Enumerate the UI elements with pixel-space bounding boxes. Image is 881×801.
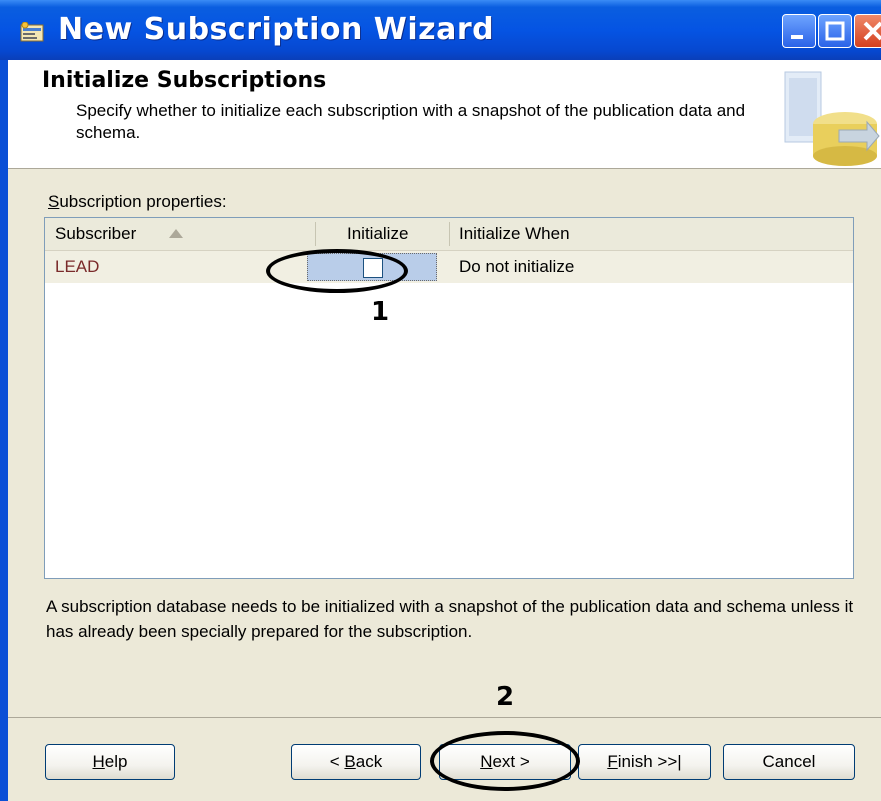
sort-ascending-icon [169, 229, 183, 238]
help-mnemonic: H [92, 752, 105, 771]
help-label-rest: elp [104, 752, 128, 771]
wizard-window: New Subscription Wizard Initialize Subsc… [0, 0, 881, 801]
wizard-app-icon [20, 22, 44, 42]
back-label-rest: ack [355, 752, 383, 771]
column-initialize-when[interactable]: Initialize When [459, 218, 570, 250]
page-title: Initialize Subscriptions [42, 68, 327, 93]
label-rest: ubscription properties: [59, 192, 227, 211]
page-description: Specify whether to initialize each subsc… [76, 101, 746, 142]
subscription-properties-label: Subscription properties: [48, 192, 227, 212]
finish-label-rest: inish >>| [617, 752, 682, 771]
help-button[interactable]: Help [45, 744, 175, 780]
column-separator[interactable] [315, 222, 316, 246]
back-mnemonic: B [344, 752, 356, 771]
cell-subscriber: LEAD [55, 257, 100, 276]
column-initialize[interactable]: Initialize [347, 218, 408, 250]
column-subscriber[interactable]: Subscriber [55, 218, 136, 250]
minimize-icon [791, 35, 803, 39]
label-mnemonic: S [48, 192, 60, 211]
initialization-note: A subscription database needs to be init… [46, 597, 854, 641]
annotation-ellipse-1 [266, 249, 408, 293]
cancel-button[interactable]: Cancel [723, 744, 855, 780]
window-title: New Subscription Wizard [58, 12, 495, 47]
button-bar: Help < Back Next > Finish >>| Cancel [8, 717, 881, 801]
close-icon [863, 21, 881, 41]
table-row[interactable]: LEAD Do not initialize [45, 251, 853, 283]
annotation-ellipse-2 [430, 731, 580, 791]
finish-mnemonic: F [607, 752, 618, 771]
close-button[interactable] [854, 14, 881, 48]
finish-button[interactable]: Finish >>| [578, 744, 711, 780]
annotation-label-2: 2 [496, 682, 515, 712]
annotation-label-1: 1 [371, 297, 390, 327]
maximize-icon [825, 21, 845, 41]
column-separator[interactable] [449, 222, 450, 246]
wizard-content: Subscription properties: Subscriber Init… [8, 169, 881, 801]
subscription-grid[interactable]: Subscriber Initialize Initialize When LE… [44, 217, 854, 579]
database-graphic-icon [784, 71, 880, 166]
cell-initialize-when: Do not initialize [459, 257, 575, 276]
back-button[interactable]: < Back [291, 744, 421, 780]
wizard-header: Initialize Subscriptions Specify whether… [8, 60, 881, 169]
title-bar[interactable]: New Subscription Wizard [0, 0, 881, 60]
maximize-button[interactable] [818, 14, 852, 48]
minimize-button[interactable] [782, 14, 816, 48]
window-left-border [0, 60, 8, 801]
grid-header: Subscriber Initialize Initialize When [45, 218, 853, 251]
back-label-prefix: < [329, 752, 345, 771]
